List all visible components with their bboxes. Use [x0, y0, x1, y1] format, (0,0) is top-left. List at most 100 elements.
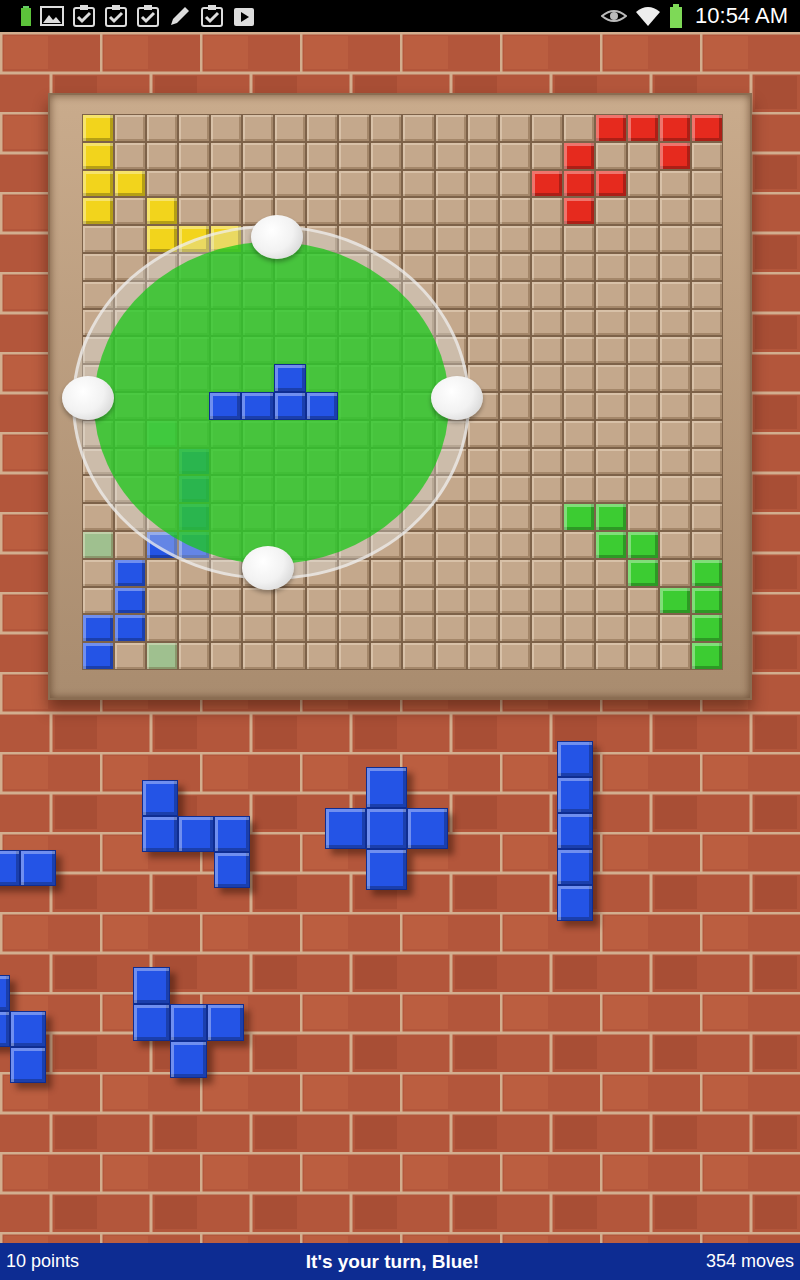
board-cell[interactable] [532, 615, 562, 641]
placed-piece-cell[interactable] [692, 560, 722, 586]
placed-piece-cell[interactable] [596, 171, 626, 197]
board-cell[interactable] [307, 115, 337, 141]
board-cell[interactable] [532, 365, 562, 391]
board-cell[interactable] [532, 588, 562, 614]
board-cell[interactable] [468, 310, 498, 336]
tray-piece-cell[interactable] [366, 808, 407, 849]
board-cell[interactable] [83, 226, 113, 252]
board-cell[interactable] [211, 643, 241, 669]
moving-piece-cell[interactable] [274, 364, 306, 392]
board-cell[interactable] [532, 226, 562, 252]
board-cell[interactable] [628, 198, 658, 224]
flip-handle[interactable] [62, 376, 114, 420]
board-cell[interactable] [243, 171, 273, 197]
board-cell[interactable] [468, 254, 498, 280]
board-cell[interactable] [211, 171, 241, 197]
tray-piece-cell[interactable] [10, 1047, 46, 1083]
board-cell[interactable] [660, 254, 690, 280]
tray-piece-cell[interactable] [0, 850, 20, 886]
board-cell[interactable] [532, 532, 562, 558]
board-cell[interactable] [468, 282, 498, 308]
board-cell[interactable] [468, 476, 498, 502]
board-cell[interactable] [468, 198, 498, 224]
board-cell[interactable] [564, 393, 594, 419]
board-cell[interactable] [468, 504, 498, 530]
placed-piece-cell[interactable] [532, 171, 562, 197]
tray-piece-cell[interactable] [407, 808, 448, 849]
board-cell[interactable] [596, 588, 626, 614]
board-cell[interactable] [564, 310, 594, 336]
board-cell[interactable] [692, 421, 722, 447]
placed-piece-cell[interactable] [692, 643, 722, 669]
board-cell[interactable] [275, 588, 305, 614]
board-cell[interactable] [436, 282, 466, 308]
board-cell[interactable] [660, 615, 690, 641]
board-cell[interactable] [436, 171, 466, 197]
tray-piece-cell[interactable] [325, 808, 366, 849]
board-cell[interactable] [468, 421, 498, 447]
tray-piece-cell[interactable] [557, 741, 593, 777]
board-cell[interactable] [564, 643, 594, 669]
board-cell[interactable] [628, 476, 658, 502]
rotate-handle[interactable] [251, 215, 303, 259]
board-cell[interactable] [436, 198, 466, 224]
board-cell[interactable] [436, 532, 466, 558]
board-cell[interactable] [403, 615, 433, 641]
tray-piece-cell[interactable] [557, 777, 593, 813]
board-cell[interactable] [179, 115, 209, 141]
board-cell[interactable] [692, 532, 722, 558]
placed-piece-cell[interactable] [564, 143, 594, 169]
board-cell[interactable] [500, 226, 530, 252]
board-cell[interactable] [403, 115, 433, 141]
board-cell[interactable] [532, 310, 562, 336]
board-cell[interactable] [371, 643, 401, 669]
placed-piece-cell[interactable] [692, 115, 722, 141]
placed-piece-cell[interactable] [692, 588, 722, 614]
board-cell[interactable] [403, 171, 433, 197]
board-cell[interactable] [596, 143, 626, 169]
placed-piece-cell[interactable] [83, 171, 113, 197]
board-cell[interactable] [500, 449, 530, 475]
board-cell[interactable] [339, 615, 369, 641]
board-cell[interactable] [564, 588, 594, 614]
board-cell[interactable] [243, 588, 273, 614]
board-cell[interactable] [596, 476, 626, 502]
board-cell[interactable] [532, 282, 562, 308]
board-cell[interactable] [403, 643, 433, 669]
board-cell[interactable] [211, 143, 241, 169]
placed-piece-cell[interactable] [628, 560, 658, 586]
board-cell[interactable] [115, 198, 145, 224]
board-cell[interactable] [596, 615, 626, 641]
board-cell[interactable] [628, 365, 658, 391]
tray-piece-cell[interactable] [557, 813, 593, 849]
placed-piece-cell[interactable] [115, 615, 145, 641]
placed-piece-cell[interactable] [564, 171, 594, 197]
tray-piece-cell[interactable] [214, 816, 250, 852]
board-cell[interactable] [115, 226, 145, 252]
board-cell[interactable] [83, 254, 113, 280]
board-cell[interactable] [532, 198, 562, 224]
board-cell[interactable] [564, 254, 594, 280]
board-cell[interactable] [243, 643, 273, 669]
moving-piece-cell[interactable] [306, 392, 338, 420]
board-cell[interactable] [500, 198, 530, 224]
tray-piece-cell[interactable] [142, 816, 178, 852]
board-cell[interactable] [660, 198, 690, 224]
board-cell[interactable] [660, 476, 690, 502]
board-cell[interactable] [660, 560, 690, 586]
board-cell[interactable] [371, 226, 401, 252]
board-cell[interactable] [692, 504, 722, 530]
board-cell[interactable] [436, 254, 466, 280]
placed-piece-cell[interactable] [660, 143, 690, 169]
board-cell[interactable] [564, 115, 594, 141]
board-cell[interactable] [660, 449, 690, 475]
board-cell[interactable] [275, 643, 305, 669]
board-cell[interactable] [596, 337, 626, 363]
board-cell[interactable] [436, 615, 466, 641]
placed-piece-cell[interactable] [83, 198, 113, 224]
board-cell[interactable] [500, 532, 530, 558]
hint-cell[interactable] [83, 532, 113, 558]
board-cell[interactable] [179, 588, 209, 614]
board-cell[interactable] [339, 643, 369, 669]
board-cell[interactable] [628, 254, 658, 280]
